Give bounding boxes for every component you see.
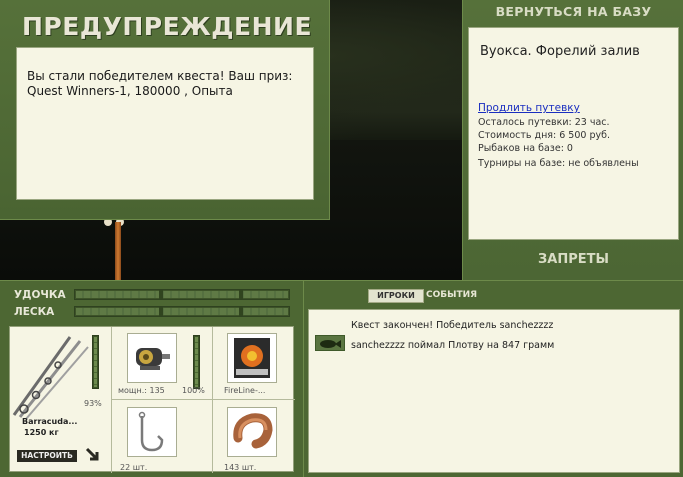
hook-count: 22 шт. xyxy=(120,463,148,472)
extend-permit-link[interactable]: Продлить путевку xyxy=(478,102,580,114)
reel-power: мощн.: 135 xyxy=(118,386,165,395)
rod-condition-gauge xyxy=(92,335,99,389)
warning-line-1: Вы стали победителем квеста! Ваш приз: xyxy=(27,69,293,83)
base-info-panel: ВЕРНУТЬСЯ НА БАЗУ Вуокса. Форелий залив … xyxy=(462,0,683,280)
setup-button[interactable]: НАСТРОИТЬ xyxy=(17,450,77,462)
warning-dialog: ПРЕДУПРЕЖДЕНИЕ Вы стали победителем квес… xyxy=(0,0,330,220)
warning-title: ПРЕДУПРЕЖДЕНИЕ xyxy=(22,12,313,41)
line-tension-gauge xyxy=(74,306,290,317)
anglers-count: Рыбаков на базе: 0 xyxy=(478,143,573,154)
diagonal-arrow-icon[interactable] xyxy=(85,447,101,463)
line-name: FireLine-... xyxy=(224,386,266,395)
chat-message: Квест закончен! Победитель sanchezzzz xyxy=(351,320,554,331)
rod-tip xyxy=(115,222,121,280)
day-cost: Стоимость дня: 6 500 руб. xyxy=(478,130,610,141)
chat-message: sanchezzzz поймал Плотву на 847 грамм xyxy=(351,340,555,351)
bans-button[interactable]: ЗАПРЕТЫ xyxy=(463,252,683,267)
base-info-card: Вуокса. Форелий залив Продлить путевку О… xyxy=(468,27,679,240)
reel-percent: 100% xyxy=(182,386,205,395)
line-spool-icon[interactable] xyxy=(227,333,277,383)
hook-icon[interactable] xyxy=(127,407,177,457)
rod-percent: 93% xyxy=(84,399,102,408)
rod-tension-gauge xyxy=(74,289,290,300)
permit-remaining: Осталось путевки: 23 час. xyxy=(478,117,610,128)
bottom-panel: УДОЧКА ЛЕСКА 93% Barracuda... 1250 кг НА xyxy=(0,280,683,477)
location-name: Вуокса. Форелий залив xyxy=(480,44,640,59)
bait-icon[interactable] xyxy=(227,407,277,457)
rod-weight: 1250 кг xyxy=(24,428,59,437)
reel-condition-gauge xyxy=(193,335,200,389)
tab-players[interactable]: ИГРОКИ xyxy=(368,289,424,303)
tackle-panel: 93% Barracuda... 1250 кг НАСТРОИТЬ мощн.… xyxy=(9,326,295,473)
warning-line-2: Quest Winners-1, 180000 , Опыта xyxy=(27,84,233,98)
bait-count: 143 шт. xyxy=(224,463,257,472)
return-to-base-button[interactable]: ВЕРНУТЬСЯ НА БАЗУ xyxy=(463,4,683,19)
fish-icon xyxy=(315,335,345,351)
rod-name: Barracuda... xyxy=(22,417,78,426)
warning-message: Вы стали победителем квеста! Ваш приз: Q… xyxy=(16,47,314,200)
reel-icon[interactable] xyxy=(127,333,177,383)
chat-panel: ИГРОКИ СОБЫТИЯ Квест закончен! Победител… xyxy=(303,281,683,477)
chat-log[interactable]: Квест закончен! Победитель sanchezzzz sa… xyxy=(308,309,680,473)
tab-events[interactable]: СОБЫТИЯ xyxy=(426,290,477,300)
rod-gauge-label: УДОЧКА xyxy=(14,289,66,301)
line-gauge-label: ЛЕСКА xyxy=(14,306,55,318)
tournaments-status: Турниры на базе: не объявлены xyxy=(478,158,639,169)
